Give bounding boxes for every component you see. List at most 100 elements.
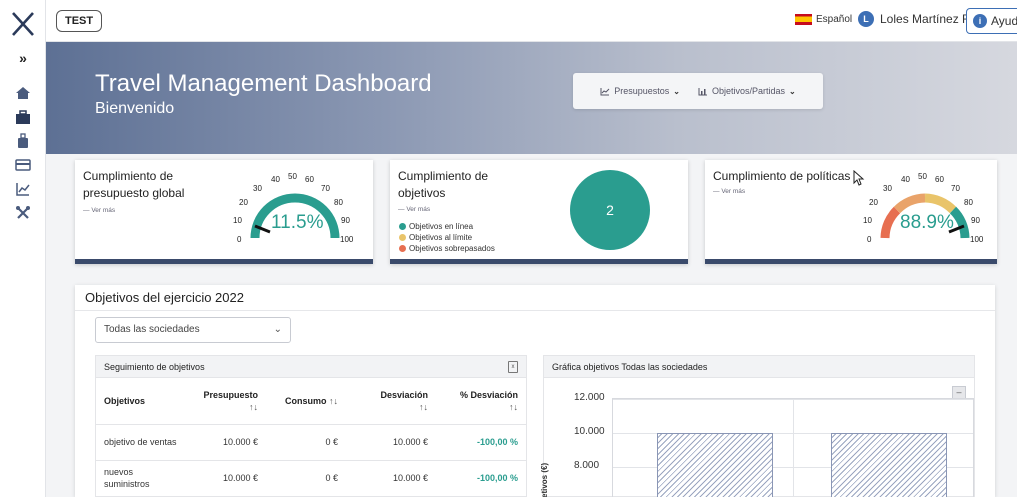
briefcase-icon[interactable] xyxy=(13,108,33,126)
policies-compliance-card: Cumplimiento de políticas — Ver más 0 10… xyxy=(705,160,997,264)
excel-export-icon[interactable]: x xyxy=(508,361,518,373)
table-row[interactable]: nuevos suministros 10.000 € 0 € 10.000 €… xyxy=(96,460,526,497)
y-tick-label: 12.000 xyxy=(574,392,605,403)
col-desviacion[interactable]: Desviación ↑↓ xyxy=(346,378,436,425)
gauge-tick: 70 xyxy=(321,184,330,193)
policies-gauge: 0 10 20 30 40 50 60 70 80 90 100 xyxy=(863,172,984,244)
col-objetivos[interactable]: Objetivos xyxy=(96,378,186,425)
budget-gauge: 0 10 20 30 40 50 60 70 80 90 100 xyxy=(233,172,354,244)
chevron-down-icon: ⌄ xyxy=(673,86,680,96)
tools-icon[interactable] xyxy=(13,204,33,222)
y-tick-label: 10.000 xyxy=(574,426,605,437)
gauge-tick: 80 xyxy=(964,198,973,207)
card-title-line1: Cumplimiento de xyxy=(398,169,489,183)
menu-objetivos[interactable]: Objetivos/Partidas ⌄ xyxy=(698,86,796,96)
legend-dot xyxy=(399,223,406,230)
company-select-value: Todas las sociedades xyxy=(104,324,200,335)
card-title-line1: Cumplimiento de xyxy=(83,169,174,183)
y-axis-label: etivos (€) xyxy=(540,462,549,497)
page-subtitle: Bienvenido xyxy=(95,100,175,117)
menu-objetivos-label: Objetivos/Partidas xyxy=(712,86,786,96)
col-pct-desviacion[interactable]: % Desviación ↑↓ xyxy=(436,378,526,425)
language-label: Español xyxy=(816,14,853,25)
ver-mas-link[interactable]: — Ver más xyxy=(398,206,430,213)
line-chart-icon xyxy=(600,87,610,95)
gauge-tick: 40 xyxy=(901,175,910,184)
panel-title: Gráfica objetivos Todas las sociedades xyxy=(552,362,708,372)
gauge-tick: 100 xyxy=(970,235,984,244)
sort-icon: ↑↓ xyxy=(249,401,258,412)
home-icon[interactable] xyxy=(13,84,33,102)
gridline xyxy=(793,399,794,497)
gauge-tick: 0 xyxy=(237,235,242,244)
gauge-tick: 80 xyxy=(334,198,343,207)
language-selector[interactable]: Español xyxy=(795,14,852,25)
cell-pct-deviation: -100,00 % xyxy=(436,460,526,497)
ver-mas-link[interactable]: — Ver más xyxy=(83,207,115,214)
menu-presupuestos[interactable]: Presupuestos ⌄ xyxy=(600,86,680,96)
page-title: Travel Management Dashboard xyxy=(95,70,432,97)
card-icon[interactable] xyxy=(13,156,33,174)
gauge-tick: 10 xyxy=(863,216,872,225)
cell-objective: nuevos suministros xyxy=(96,460,186,497)
spain-flag-icon xyxy=(795,14,812,25)
goals-compliance-card: Cumplimiento de objetivos — Ver más Obje… xyxy=(390,160,688,264)
chart-bar[interactable] xyxy=(657,433,773,497)
company-select[interactable]: Todas las sociedades ⌄ xyxy=(95,317,291,343)
gauge-tick: 30 xyxy=(253,184,262,193)
cell-deviation: 10.000 € xyxy=(346,460,436,497)
column-header-label: % Desviación xyxy=(459,389,518,400)
goals-legend: Objetivos en línea Objetivos al límite O… xyxy=(399,221,495,254)
sidebar-expand-button[interactable]: » xyxy=(0,50,46,66)
avatar: L xyxy=(858,11,874,27)
legend-dot xyxy=(399,245,406,252)
section-title: Objetivos del ejercicio 2022 xyxy=(85,290,244,305)
policies-gauge-value: 88.9% xyxy=(900,212,954,233)
ver-mas-link[interactable]: — Ver más xyxy=(713,188,745,195)
gauge-tick: 30 xyxy=(883,184,892,193)
chart-bar[interactable] xyxy=(831,433,947,497)
gauge-tick: 70 xyxy=(951,184,960,193)
cell-consumption: 0 € xyxy=(266,424,346,461)
goals-count-circle: 2 xyxy=(570,170,650,250)
col-presupuesto[interactable]: Presupuesto ↑↓ xyxy=(186,378,266,425)
hero-banner: Travel Management Dashboard Bienvenido P… xyxy=(46,42,1017,154)
gauge-tick: 10 xyxy=(233,216,242,225)
budget-gauge-value: 11.5% xyxy=(271,212,324,233)
legend-label: Objetivos en línea xyxy=(409,222,474,231)
budget-compliance-card: Cumplimiento de presupuesto global — Ver… xyxy=(75,160,373,264)
mouse-cursor-icon xyxy=(853,170,865,186)
cell-pct-deviation: -100,00 % xyxy=(436,424,526,461)
chart-plot-area xyxy=(612,398,974,497)
col-consumo[interactable]: Consumo ↑↓ xyxy=(266,378,346,425)
card-title: Cumplimiento de políticas xyxy=(713,169,851,183)
gauge-tick: 90 xyxy=(341,216,350,225)
gauge-tick: 20 xyxy=(869,198,878,207)
luggage-icon[interactable] xyxy=(13,132,33,150)
column-header-label: Objetivos xyxy=(104,395,146,406)
gauge-tick: 50 xyxy=(288,172,297,181)
gauge-tick: 90 xyxy=(971,216,980,225)
legend-item: Objetivos en línea xyxy=(399,221,495,232)
gauge-tick: 60 xyxy=(935,175,944,184)
table-row[interactable]: objetivo de ventas 10.000 € 0 € 10.000 €… xyxy=(96,424,526,461)
objectives-chart: – 12.000 10.000 8.000 etivos (€) xyxy=(540,378,978,497)
card-title-line2: objetivos xyxy=(398,186,446,200)
help-button[interactable]: i Ayuda xyxy=(966,8,1017,34)
sort-icon: ↑↓ xyxy=(419,401,428,412)
sort-icon: ↑↓ xyxy=(329,395,338,406)
sidebar: » xyxy=(0,0,46,497)
app-logo[interactable] xyxy=(9,10,37,38)
legend-item: Objetivos al límite xyxy=(399,232,495,243)
column-header-label: Desviación xyxy=(380,389,428,400)
chart-icon[interactable] xyxy=(13,180,33,198)
chevron-down-icon: ⌄ xyxy=(273,324,282,335)
objectives-table: Objetivos Presupuesto ↑↓ Consumo ↑↓ Desvi… xyxy=(96,378,526,497)
cell-consumption: 0 € xyxy=(266,460,346,497)
top-bar: TEST Español L Loles Martínez Roca i Ayu… xyxy=(46,0,1017,42)
help-label: Ayuda xyxy=(991,14,1017,28)
legend-label: Objetivos al límite xyxy=(409,233,473,242)
legend-dot xyxy=(399,234,406,241)
sort-icon: ↑↓ xyxy=(509,401,518,412)
column-header-label: Consumo xyxy=(284,395,327,406)
